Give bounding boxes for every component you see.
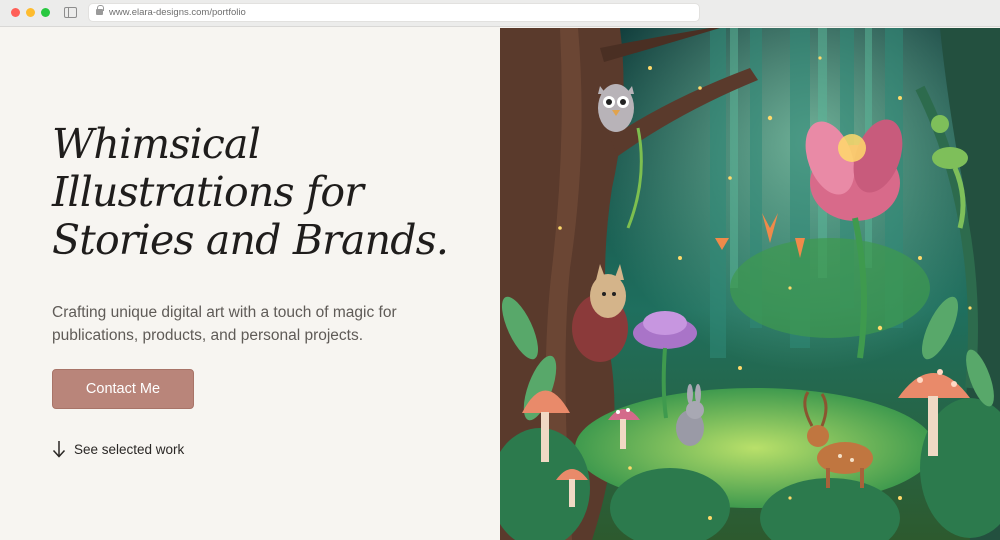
minimize-window-icon[interactable] [26, 8, 35, 17]
hero-title-line: Whimsical [52, 120, 261, 168]
hero-title-line: Illustrations for [52, 168, 364, 216]
browser-toolbar: www.elara-designs.com/portfolio [0, 0, 1000, 27]
lock-icon [96, 5, 104, 15]
hero-title: Whimsical Illustrations for Stories and … [52, 120, 482, 264]
sidebar-toggle-icon[interactable] [64, 7, 77, 18]
contact-me-button[interactable]: Contact Me [52, 369, 194, 409]
address-bar[interactable]: www.elara-designs.com/portfolio [88, 3, 700, 22]
hero-title-line: Stories and Brands. [52, 216, 449, 264]
see-selected-work-label: See selected work [74, 441, 185, 457]
hero-section: Whimsical Illustrations for Stories and … [0, 28, 500, 540]
zoom-window-icon[interactable] [41, 8, 50, 17]
close-window-icon[interactable] [11, 8, 20, 17]
hero-subtitle: Crafting unique digital art with a touch… [52, 301, 452, 347]
hero-subtitle-line: Crafting unique digital art with a touch… [52, 304, 397, 321]
url-text: www.elara-designs.com/portfolio [109, 7, 246, 18]
forest-illustration [500, 28, 1000, 540]
hero-subtitle-line: publications, products, and personal pro… [52, 327, 364, 344]
owl-character [598, 84, 634, 132]
forest-illustration-image [500, 28, 1000, 540]
arrow-down-icon [52, 441, 66, 458]
see-selected-work-link[interactable]: See selected work [52, 439, 184, 459]
